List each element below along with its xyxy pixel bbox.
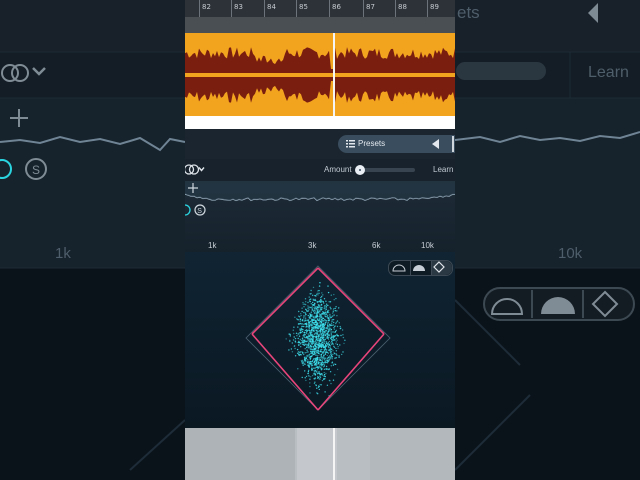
ruler-tick [395,0,396,17]
ruler-label: 84 [267,3,276,11]
diamond-mode-icon[interactable] [433,261,445,273]
triangle-left-icon[interactable] [432,139,440,149]
timeline-ruler[interactable]: 82 83 84 85 86 87 88 89 [185,0,455,18]
ruler-label: 85 [299,3,308,11]
eq-display[interactable] [185,181,455,252]
waveform-shape [185,47,455,103]
track-header-bar[interactable] [185,17,455,33]
freq-label: 3k [308,241,317,250]
svg-text:S: S [197,208,202,215]
ruler-label: 87 [366,3,375,11]
ruler-tick [296,0,297,17]
freq-label: 1k [208,241,217,250]
stereo-link-icon[interactable] [185,164,205,175]
ruler-tick [329,0,330,17]
freq-label: 10k [421,241,434,250]
ruler-tick [231,0,232,17]
ruler-tick [427,0,428,17]
background-learn-label: Learn [588,64,629,81]
solo-icon[interactable]: S [185,204,207,216]
amount-slider[interactable] [357,168,415,172]
amount-label: Amount [324,165,352,174]
learn-button[interactable]: Learn [433,165,453,174]
ruler-label: 82 [202,3,211,11]
background-freq-1k: 1k [55,245,71,262]
playhead-bottom [333,428,335,480]
ruler-label: 88 [398,3,407,11]
presets-label: Presets [358,139,386,148]
svg-text:S: S [32,163,40,177]
background-presets-label: ets [457,3,480,22]
freq-label: 6k [372,241,381,250]
bottom-track-strip [185,428,455,480]
amount-slider-knob[interactable] [355,165,365,175]
audio-waveform[interactable] [185,33,455,116]
ruler-label: 83 [234,3,243,11]
semicircle-scope-icon[interactable] [392,263,406,272]
vectorscope-graph [245,265,391,411]
list-icon [346,140,355,148]
waveform-divider [185,116,455,129]
ruler-label: 89 [430,3,439,11]
background-freq-10k: 10k [558,245,583,262]
ruler-tick [199,0,200,17]
presets-edge [452,136,454,152]
playhead[interactable] [333,33,335,116]
plus-icon[interactable] [188,183,198,193]
app-window: 82 83 84 85 86 87 88 89 Presets Amount L… [185,0,455,480]
eq-curve-graph [185,181,455,202]
ruler-tick [363,0,364,17]
stereo-vectorscope [185,252,455,428]
semicircle-filled-icon[interactable] [412,263,426,272]
ruler-label: 86 [332,3,341,11]
ruler-tick [264,0,265,17]
